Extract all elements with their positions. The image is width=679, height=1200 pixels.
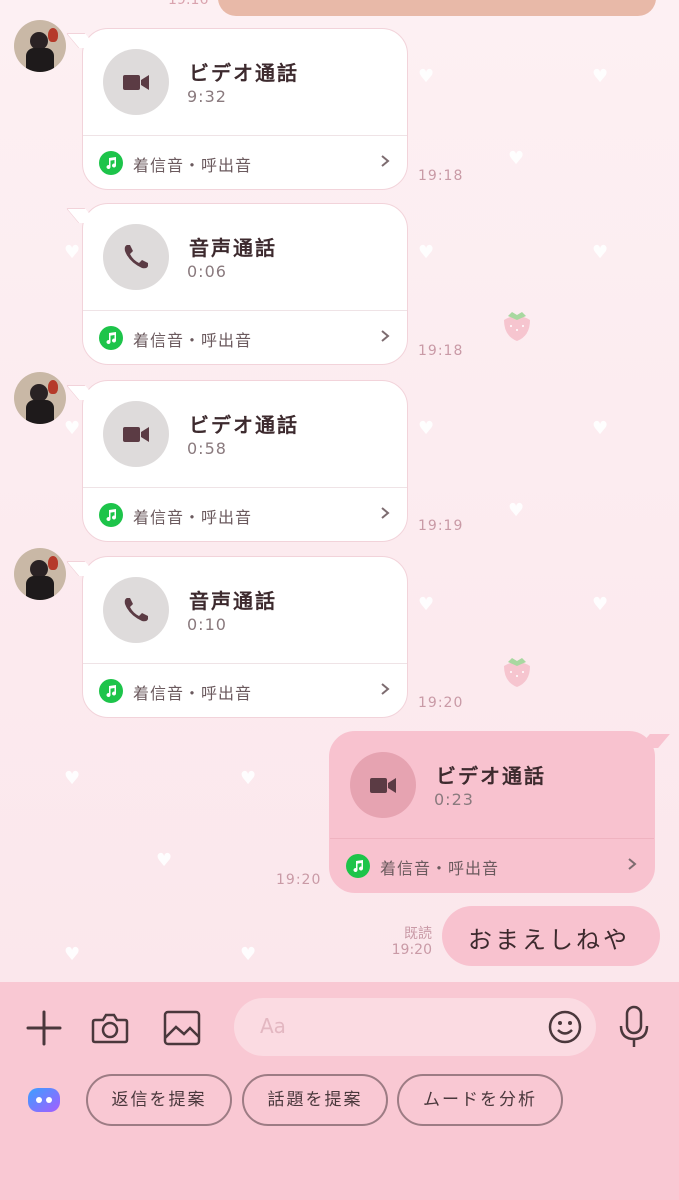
heart-decoration: ♥ [592, 418, 609, 439]
music-note-icon [99, 326, 123, 350]
avatar[interactable] [14, 20, 66, 72]
call-duration: 0:23 [434, 790, 474, 809]
heart-decoration: ♥ [592, 242, 609, 263]
video-camera-icon [103, 49, 169, 115]
call-type: 音声通話 [189, 589, 277, 613]
message-input[interactable]: Aa [234, 998, 596, 1056]
chevron-right-icon[interactable] [379, 681, 391, 697]
ai-assistant-icon[interactable] [26, 1085, 62, 1115]
divider [83, 135, 407, 136]
message-time: 19:18 [418, 343, 464, 359]
previous-image-message[interactable] [218, 0, 656, 16]
message-time: 19:16 [168, 0, 209, 8]
message-text: おまえしねや [468, 926, 630, 954]
message-time: 19:20 [276, 872, 322, 888]
chevron-right-icon[interactable] [626, 856, 638, 872]
chat-area: 19:16 ♥ ♥ ♥ ♥ ♥ ♥ ♥ ♥ ♥ ♥ ♥ ♥ ♥ ♥ ♥ ♥ ♥ … [0, 0, 679, 982]
heart-decoration: ♥ [592, 594, 609, 615]
music-note-icon [99, 151, 123, 175]
avatar[interactable] [14, 372, 66, 424]
heart-decoration: ♥ [240, 768, 257, 789]
call-message-bubble[interactable]: 音声通話 0:06 着信音・呼出音 [82, 203, 408, 365]
heart-decoration: ♥ [64, 768, 81, 789]
call-message-bubble[interactable]: ビデオ通話 0:23 着信音・呼出音 [329, 731, 655, 893]
suggest-topic-chip[interactable]: 話題を提案 [242, 1074, 388, 1126]
input-placeholder: Aa [260, 1014, 286, 1038]
call-message-bubble[interactable]: ビデオ通話 9:32 着信音・呼出音 [82, 28, 408, 190]
heart-decoration: ♥ [240, 944, 257, 965]
phone-icon [103, 577, 169, 643]
avatar[interactable] [14, 548, 66, 600]
heart-decoration: ♥ [64, 418, 81, 439]
video-camera-icon [350, 752, 416, 818]
heart-decoration: ♥ [592, 66, 609, 87]
heart-decoration: ♥ [508, 500, 525, 521]
read-receipt: 既読 19:20 [380, 926, 432, 958]
ringtone-link[interactable]: 着信音・呼出音 [133, 680, 252, 704]
call-type: ビデオ通話 [189, 61, 299, 85]
strawberry-decoration [504, 658, 530, 687]
message-time: 19:18 [418, 168, 464, 184]
music-note-icon [99, 679, 123, 703]
music-note-icon [346, 854, 370, 878]
emoji-icon[interactable] [548, 1010, 582, 1044]
call-type: ビデオ通話 [436, 764, 546, 788]
heart-decoration: ♥ [418, 66, 435, 87]
call-message-bubble[interactable]: 音声通話 0:10 着信音・呼出音 [82, 556, 408, 718]
phone-icon [103, 224, 169, 290]
call-type: 音声通話 [189, 236, 277, 260]
heart-decoration: ♥ [64, 242, 81, 263]
ringtone-link[interactable]: 着信音・呼出音 [133, 504, 252, 528]
message-time: 19:19 [418, 518, 464, 534]
ringtone-link[interactable]: 着信音・呼出音 [133, 327, 252, 351]
divider [83, 663, 407, 664]
call-duration: 0:10 [187, 615, 227, 634]
call-duration: 9:32 [187, 87, 227, 106]
chevron-right-icon[interactable] [379, 328, 391, 344]
heart-decoration: ♥ [418, 418, 435, 439]
microphone-icon[interactable] [614, 1004, 654, 1050]
chevron-right-icon[interactable] [379, 153, 391, 169]
plus-icon[interactable] [24, 1008, 64, 1048]
divider [330, 838, 654, 839]
analyze-mood-chip[interactable]: ムードを分析 [397, 1074, 563, 1126]
ringtone-link[interactable]: 着信音・呼出音 [380, 855, 499, 879]
call-duration: 0:06 [187, 262, 227, 281]
suggest-reply-chip[interactable]: 返信を提案 [86, 1074, 232, 1126]
message-time: 19:20 [418, 695, 464, 711]
divider [83, 487, 407, 488]
call-type: ビデオ通話 [189, 413, 299, 437]
video-camera-icon [103, 401, 169, 467]
heart-decoration: ♥ [418, 594, 435, 615]
call-duration: 0:58 [187, 439, 227, 458]
heart-decoration: ♥ [156, 850, 173, 871]
text-message-bubble[interactable]: おまえしねや [442, 906, 660, 966]
image-icon[interactable] [162, 1008, 202, 1048]
chevron-right-icon[interactable] [379, 505, 391, 521]
divider [83, 310, 407, 311]
music-note-icon [99, 503, 123, 527]
camera-icon[interactable] [90, 1008, 130, 1048]
strawberry-decoration [504, 312, 530, 341]
heart-decoration: ♥ [508, 148, 525, 169]
heart-decoration: ♥ [418, 242, 435, 263]
read-label: 既読 [404, 926, 432, 942]
message-time: 19:20 [391, 942, 432, 958]
heart-decoration: ♥ [64, 944, 81, 965]
ringtone-link[interactable]: 着信音・呼出音 [133, 152, 252, 176]
call-message-bubble[interactable]: ビデオ通話 0:58 着信音・呼出音 [82, 380, 408, 542]
